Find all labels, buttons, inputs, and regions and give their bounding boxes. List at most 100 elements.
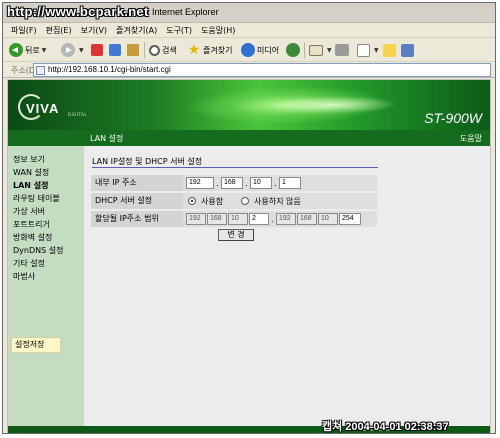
sidebar-item-routing[interactable]: 라우팅 테이블 (13, 193, 60, 204)
chevron-down-icon[interactable]: ▼ (79, 47, 84, 54)
range-end-octet-4-input[interactable]: 254 (339, 213, 361, 225)
refresh-icon (109, 44, 121, 56)
range-end-octet-3: 10 (318, 213, 338, 225)
help-link[interactable]: 도움말 (460, 133, 482, 144)
search-icon (149, 44, 160, 56)
range-start-octet-2: 168 (207, 213, 227, 225)
dhcp-value: 사용함 사용하지 않음 (183, 193, 377, 209)
ip-dot: . (216, 179, 219, 188)
lan-settings-form: 내부 IP 주소 192 . 168 . 10 . 1 DHCP 서버 설정 사… (91, 175, 377, 229)
address-bar: 주소(D) http://192.168.10.1/cgi-bin/start.… (3, 62, 495, 78)
media-icon (241, 43, 255, 57)
main-content: LAN IP설정 및 DHCP 서버 설정 내부 IP 주소 192 . 168… (84, 146, 490, 433)
router-banner: VIVA DIGITAL ST-900W (8, 80, 490, 130)
media-label: 미디어 (257, 45, 280, 55)
internal-ip-value: 192 . 168 . 10 . 1 (183, 175, 377, 191)
sidebar-item-firewall[interactable]: 방화벽 설정 (13, 232, 52, 243)
ip-octet-4-input[interactable]: 1 (279, 177, 301, 189)
range-dash: . (271, 215, 274, 224)
ip-range-value: 192 168 10 2 . 192 168 10 254 (183, 211, 377, 227)
menu-file[interactable]: 파일(F) (11, 23, 37, 37)
menu-help[interactable]: 도움말(H) (201, 23, 235, 37)
menu-view[interactable]: 보기(V) (81, 23, 107, 37)
address-url: http://192.168.10.1/cgi-bin/start.cgi (48, 65, 171, 74)
capture-timestamp: 캡쳐 2004-04-01 02:38:37 (322, 421, 449, 433)
menu-edit[interactable]: 편집(E) (46, 23, 72, 37)
sidebar-item-dyndns[interactable]: DynDNS 설정 (13, 245, 63, 256)
dhcp-enable-label: 사용함 (201, 197, 224, 206)
top-nav: LAN 설정 도움말 (8, 130, 490, 146)
dhcp-row: DHCP 서버 설정 사용함 사용하지 않음 (91, 193, 377, 209)
banner-light-streak (261, 96, 405, 114)
page-icon (36, 66, 45, 75)
note-icon (383, 43, 396, 57)
chevron-down-icon[interactable]: ▼ (374, 47, 379, 54)
menu-tools[interactable]: 도구(T) (166, 23, 192, 37)
internal-ip-row: 내부 IP 주소 192 . 168 . 10 . 1 (91, 175, 377, 191)
edit-document-icon (357, 43, 370, 57)
dhcp-label: DHCP 서버 설정 (91, 193, 181, 209)
search-button[interactable]: 검색 (149, 41, 177, 59)
print-icon (335, 44, 349, 56)
section-title: LAN IP설정 및 DHCP 서버 설정 (92, 157, 203, 166)
dhcp-disable-radio[interactable] (241, 197, 249, 205)
title-bar: Microsoft Internet Explorer http://www.b… (3, 3, 495, 23)
toolbar-divider (144, 42, 145, 58)
range-start-octet-3: 10 (228, 213, 248, 225)
brand-logo-sub: DIGITAL (68, 112, 88, 117)
refresh-button[interactable] (109, 41, 123, 59)
ip-range-label: 할당될 IP주소 범위 (91, 211, 181, 227)
sidebar: 정보 보기 WAN 설정 LAN 설정 라우팅 테이블 가상 서버 포트트리거 … (8, 146, 84, 433)
menu-favorites[interactable]: 즐겨찾기(A) (116, 23, 157, 37)
dhcp-disable-label: 사용하지 않음 (254, 197, 301, 206)
sidebar-item-port-trigger[interactable]: 포트트리거 (13, 219, 50, 230)
sidebar-item-status[interactable]: 정보 보기 (13, 154, 45, 165)
chevron-down-icon[interactable]: ▼ (42, 47, 47, 54)
ip-range-row: 할당될 IP주소 범위 192 168 10 2 . 192 168 10 25… (91, 211, 377, 227)
toolbar: 뒤로 ▼ ▼ 검색 ★ 즐겨찾기 미디어 ▼ ▼ (3, 38, 495, 62)
stop-button[interactable] (91, 41, 105, 59)
sidebar-item-misc[interactable]: 기타 설정 (13, 258, 45, 269)
print-button[interactable] (335, 41, 351, 59)
toolbar-divider (304, 42, 305, 58)
back-arrow-icon (9, 43, 23, 57)
home-icon (127, 44, 139, 56)
apply-button[interactable]: 변 경 (218, 229, 254, 241)
messenger-button[interactable] (401, 41, 416, 59)
edit-button[interactable]: ▼ (357, 41, 379, 59)
watermark: http://www.bcpark.net (7, 4, 149, 19)
back-button[interactable]: 뒤로 ▼ (9, 41, 46, 59)
range-end-octet-2: 168 (297, 213, 317, 225)
star-icon: ★ (187, 42, 201, 58)
history-icon (286, 43, 300, 57)
save-settings-button[interactable]: 설정저장 (11, 337, 61, 353)
sidebar-item-wizard[interactable]: 마법사 (13, 271, 35, 282)
model-name: ST-900W (424, 110, 482, 126)
ip-dot: . (274, 179, 277, 188)
forward-button[interactable]: ▼ (61, 41, 84, 59)
history-button[interactable] (286, 41, 302, 59)
address-input[interactable]: http://192.168.10.1/cgi-bin/start.cgi (33, 63, 491, 77)
range-start-octet-4-input[interactable]: 2 (249, 213, 269, 225)
chevron-down-icon[interactable]: ▼ (327, 47, 332, 54)
home-button[interactable] (127, 41, 141, 59)
search-label: 검색 (162, 45, 177, 55)
menu-bar: 파일(F) 편집(E) 보기(V) 즐겨찾기(A) 도구(T) 도움말(H) (3, 23, 495, 38)
favorites-button[interactable]: ★ 즐겨찾기 (187, 41, 233, 59)
brand-logo: VIVA (26, 101, 60, 116)
back-label: 뒤로 (25, 45, 40, 55)
stop-icon (91, 44, 103, 56)
mail-button[interactable]: ▼ (309, 41, 332, 59)
mail-icon (309, 44, 323, 56)
dhcp-enable-radio[interactable] (188, 197, 196, 205)
media-button[interactable]: 미디어 (241, 41, 279, 59)
ip-octet-2-input[interactable]: 168 (221, 177, 243, 189)
ip-octet-1-input[interactable]: 192 (186, 177, 214, 189)
section-divider (92, 167, 378, 168)
sidebar-item-virtual-server[interactable]: 가상 서버 (13, 206, 45, 217)
sidebar-item-wan[interactable]: WAN 설정 (13, 167, 49, 178)
range-end-octet-1: 192 (276, 213, 296, 225)
ip-octet-3-input[interactable]: 10 (250, 177, 272, 189)
sidebar-item-lan[interactable]: LAN 설정 (13, 180, 49, 191)
note-button[interactable] (383, 41, 398, 59)
